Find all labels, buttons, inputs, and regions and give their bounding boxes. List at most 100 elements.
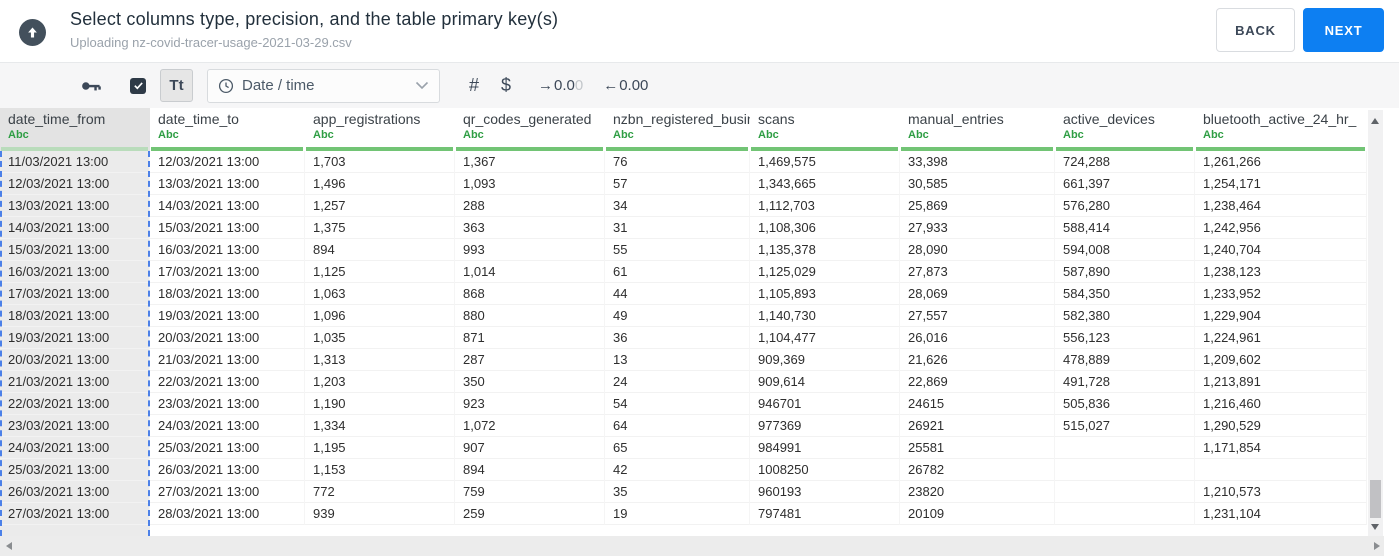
table-cell[interactable]: 49 [605, 305, 750, 327]
table-cell[interactable]: 28/03/2021 13:00 [150, 503, 305, 525]
table-cell[interactable]: 19 [605, 503, 750, 525]
table-cell[interactable]: 594,008 [1055, 239, 1195, 261]
column-header-app_registrations[interactable]: app_registrations Abc [305, 108, 455, 151]
table-cell[interactable]: 1,496 [305, 173, 455, 195]
column-header-manual_entries[interactable]: manual_entries Abc [900, 108, 1055, 151]
scroll-left-icon[interactable] [6, 542, 12, 550]
table-cell[interactable]: 880 [455, 305, 605, 327]
table-cell[interactable]: 1,096 [305, 305, 455, 327]
table-cell[interactable]: 582,380 [1055, 305, 1195, 327]
table-cell[interactable]: 20/03/2021 13:00 [150, 327, 305, 349]
table-cell[interactable]: 28,069 [900, 283, 1055, 305]
table-cell[interactable]: 25/03/2021 13:00 [150, 437, 305, 459]
currency-type-button[interactable]: $ [494, 75, 518, 96]
table-cell[interactable]: 984991 [750, 437, 900, 459]
table-cell[interactable]: 1,313 [305, 349, 455, 371]
scroll-down-icon[interactable] [1371, 524, 1379, 530]
table-cell[interactable]: 1,238,464 [1195, 195, 1367, 217]
table-cell[interactable]: 907 [455, 437, 605, 459]
table-cell[interactable] [1055, 503, 1195, 525]
table-cell[interactable]: 1,195 [305, 437, 455, 459]
scroll-right-icon[interactable] [1374, 542, 1380, 550]
table-cell[interactable]: 1,210,573 [1195, 481, 1367, 503]
table-cell[interactable]: 13 [605, 349, 750, 371]
increase-precision-button[interactable]: →0.00 [538, 77, 583, 94]
table-cell[interactable]: 1,290,529 [1195, 415, 1367, 437]
table-cell[interactable]: 23/03/2021 13:00 [150, 393, 305, 415]
table-cell[interactable]: 27/03/2021 13:00 [0, 503, 150, 525]
table-cell[interactable]: 18/03/2021 13:00 [150, 283, 305, 305]
table-cell[interactable]: 478,889 [1055, 349, 1195, 371]
table-cell[interactable]: 35 [605, 481, 750, 503]
table-cell[interactable]: 1,254,171 [1195, 173, 1367, 195]
table-cell[interactable]: 23820 [900, 481, 1055, 503]
table-cell[interactable] [1055, 459, 1195, 481]
table-cell[interactable]: 64 [605, 415, 750, 437]
table-cell[interactable]: 1,334 [305, 415, 455, 437]
table-cell[interactable]: 977369 [750, 415, 900, 437]
table-cell[interactable]: 11/03/2021 13:00 [0, 151, 150, 173]
table-cell[interactable]: 22,869 [900, 371, 1055, 393]
table-cell[interactable]: 18/03/2021 13:00 [0, 305, 150, 327]
table-cell[interactable]: 33,398 [900, 151, 1055, 173]
table-cell[interactable]: 1,125,029 [750, 261, 900, 283]
table-cell[interactable]: 30,585 [900, 173, 1055, 195]
table-cell[interactable]: 288 [455, 195, 605, 217]
table-cell[interactable]: 868 [455, 283, 605, 305]
table-cell[interactable]: 1,261,266 [1195, 151, 1367, 173]
table-cell[interactable]: 24/03/2021 13:00 [150, 415, 305, 437]
table-cell[interactable]: 24/03/2021 13:00 [0, 437, 150, 459]
table-cell[interactable]: 556,123 [1055, 327, 1195, 349]
table-cell[interactable]: 25581 [900, 437, 1055, 459]
table-cell[interactable]: 61 [605, 261, 750, 283]
table-cell[interactable]: 19/03/2021 13:00 [150, 305, 305, 327]
horizontal-scrollbar[interactable] [0, 536, 1384, 556]
table-cell[interactable]: 1,231,104 [1195, 503, 1367, 525]
table-cell[interactable]: 20109 [900, 503, 1055, 525]
table-cell[interactable]: 1,108,306 [750, 217, 900, 239]
table-cell[interactable]: 1,125 [305, 261, 455, 283]
table-cell[interactable]: 772 [305, 481, 455, 503]
column-header-active_devices[interactable]: active_devices Abc [1055, 108, 1195, 151]
column-header-date_time_from[interactable]: date_time_from Abc [0, 108, 150, 151]
table-cell[interactable]: 20/03/2021 13:00 [0, 349, 150, 371]
table-cell[interactable]: 17/03/2021 13:00 [150, 261, 305, 283]
column-header-qr_codes_generated[interactable]: qr_codes_generated Abc [455, 108, 605, 151]
table-cell[interactable]: 960193 [750, 481, 900, 503]
table-cell[interactable]: 1,209,602 [1195, 349, 1367, 371]
table-cell[interactable]: 12/03/2021 13:00 [150, 151, 305, 173]
table-cell[interactable]: 1,257 [305, 195, 455, 217]
table-cell[interactable]: 1,469,575 [750, 151, 900, 173]
table-cell[interactable]: 26/03/2021 13:00 [0, 481, 150, 503]
table-cell[interactable]: 21/03/2021 13:00 [0, 371, 150, 393]
table-cell[interactable]: 42 [605, 459, 750, 481]
table-cell[interactable]: 1,190 [305, 393, 455, 415]
table-cell[interactable]: 1,240,704 [1195, 239, 1367, 261]
table-cell[interactable]: 1,171,854 [1195, 437, 1367, 459]
next-button[interactable]: NEXT [1303, 8, 1384, 52]
table-cell[interactable]: 923 [455, 393, 605, 415]
table-cell[interactable] [1055, 481, 1195, 503]
table-cell[interactable]: 27,557 [900, 305, 1055, 327]
primary-key-icon[interactable] [80, 79, 102, 93]
column-header-nzbn_registered_busine[interactable]: nzbn_registered_busine Abc [605, 108, 750, 151]
column-header-bluetooth_active_24_hr_[interactable]: bluetooth_active_24_hr_ Abc [1195, 108, 1367, 151]
table-cell[interactable]: 491,728 [1055, 371, 1195, 393]
table-cell[interactable]: 1,224,961 [1195, 327, 1367, 349]
table-cell[interactable]: 1,140,730 [750, 305, 900, 327]
table-cell[interactable]: 505,836 [1055, 393, 1195, 415]
table-cell[interactable]: 588,414 [1055, 217, 1195, 239]
column-type-dropdown[interactable]: Date / time [207, 68, 440, 103]
table-cell[interactable]: 14/03/2021 13:00 [150, 195, 305, 217]
table-cell[interactable]: 16/03/2021 13:00 [0, 261, 150, 283]
table-cell[interactable]: 55 [605, 239, 750, 261]
table-cell[interactable]: 1,105,893 [750, 283, 900, 305]
table-cell[interactable]: 27,873 [900, 261, 1055, 283]
table-cell[interactable]: 584,350 [1055, 283, 1195, 305]
table-cell[interactable]: 894 [455, 459, 605, 481]
table-cell[interactable]: 15/03/2021 13:00 [150, 217, 305, 239]
table-cell[interactable]: 993 [455, 239, 605, 261]
table-cell[interactable]: 1,104,477 [750, 327, 900, 349]
vertical-scrollbar-thumb[interactable] [1370, 480, 1381, 518]
primary-key-checkbox[interactable] [130, 77, 146, 94]
